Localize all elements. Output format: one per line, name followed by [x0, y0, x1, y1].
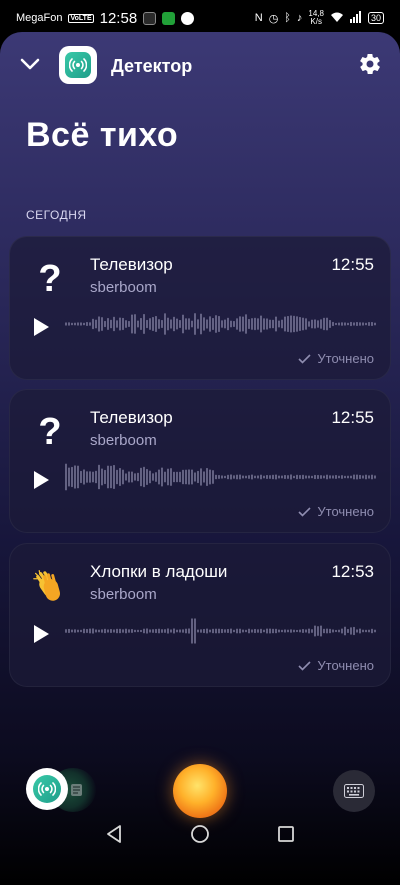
audio-waveform[interactable]: [65, 462, 376, 492]
question-mark-icon: ?: [38, 258, 62, 300]
speed-unit: K/s: [310, 17, 322, 26]
keyboard-icon: [344, 784, 364, 798]
chat-notification-icon: [181, 11, 195, 25]
alarm-icon: ◷: [268, 12, 279, 25]
checkmark-icon: [298, 660, 311, 671]
event-source: sberboom: [90, 586, 157, 603]
app-title: Детектор: [111, 56, 193, 76]
back-triangle-icon[interactable]: [103, 823, 125, 845]
event-card[interactable]: Хлопки в ладоши sberboom 12:53 Уточнено: [9, 543, 391, 687]
event-time: 12:55: [331, 408, 374, 427]
page-headline: Всё тихо: [26, 116, 179, 154]
carrier-name: MegaFon: [16, 12, 63, 24]
event-card[interactable]: ? Телевизор sberboom 12:55 Уточнено: [9, 236, 391, 380]
event-title: Телевизор: [90, 408, 173, 427]
audio-waveform[interactable]: [65, 616, 376, 646]
home-circle-icon[interactable]: [189, 823, 211, 845]
question-mark-icon: ?: [38, 411, 62, 453]
event-time: 12:55: [331, 255, 374, 274]
recents-square-icon[interactable]: [275, 823, 297, 845]
bottom-bar: [0, 760, 400, 820]
audio-waveform[interactable]: [65, 309, 376, 339]
section-label-today: СЕГОДНЯ: [26, 208, 87, 222]
network-badge: VoLTE: [68, 13, 94, 23]
event-status: Уточнено: [298, 658, 374, 673]
battery-level: 30: [367, 12, 384, 24]
event-source: sberboom: [90, 279, 157, 296]
bluetooth-icon: ᛒ: [284, 12, 291, 24]
status-clock: 12:58: [99, 9, 138, 27]
sber-notification-icon: [162, 11, 176, 25]
status-right: N ◷ ᛒ ♪ 14,8 K/s 30: [255, 10, 384, 26]
system-nav-bar: [0, 815, 400, 853]
wifi-icon: [330, 11, 344, 26]
event-source: sberboom: [90, 432, 157, 449]
event-card[interactable]: ? Телевизор sberboom 12:55 Уточнено: [9, 389, 391, 533]
play-button-icon[interactable]: [32, 317, 50, 337]
play-button-icon[interactable]: [32, 624, 50, 644]
detector-app-icon[interactable]: [26, 768, 68, 810]
event-title: Телевизор: [90, 255, 173, 274]
event-status-label: Уточнено: [317, 658, 374, 673]
signal-icon: [349, 10, 362, 26]
status-bar: MegaFon VoLTE 12:58 N ◷ ᛒ ♪ 14,8 K/s 30: [0, 0, 400, 36]
header: Детектор: [0, 46, 400, 86]
assistant-orb-icon[interactable]: [173, 764, 227, 818]
event-status: Уточнено: [298, 351, 374, 366]
checkmark-icon: [298, 353, 311, 364]
detector-screen: Детектор Всё тихо СЕГОДНЯ ? Телевизор sb…: [0, 32, 400, 885]
clapping-hands-icon: [32, 566, 68, 606]
play-button-icon[interactable]: [32, 470, 50, 490]
network-speed: 14,8 K/s: [308, 10, 324, 26]
status-left: MegaFon VoLTE 12:58: [16, 9, 195, 27]
app-logo: [59, 46, 97, 84]
notification-app-icon: [143, 11, 157, 25]
event-title: Хлопки в ладоши: [90, 562, 228, 581]
checkmark-icon: [298, 506, 311, 517]
silent-icon: ♪: [296, 12, 303, 24]
event-status-label: Уточнено: [317, 351, 374, 366]
sound-wave-logo-icon: [65, 52, 91, 78]
event-status-label: Уточнено: [317, 504, 374, 519]
event-time: 12:53: [331, 562, 374, 581]
gear-icon[interactable]: [358, 52, 382, 76]
nfc-icon: N: [254, 12, 263, 24]
event-status: Уточнено: [298, 504, 374, 519]
keyboard-button[interactable]: [333, 770, 375, 812]
chevron-down-icon[interactable]: [18, 52, 42, 76]
